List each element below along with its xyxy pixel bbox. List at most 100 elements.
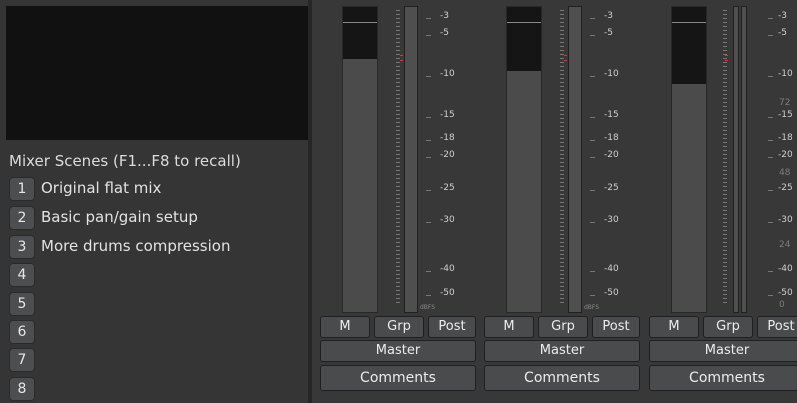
- meter-tick: [396, 282, 400, 283]
- meter-tick: [560, 34, 564, 35]
- master-bus-button[interactable]: Master: [484, 340, 640, 362]
- meter-tick: [396, 178, 400, 179]
- meter-tick: [396, 110, 400, 111]
- meter-tick: [396, 170, 400, 171]
- scene-label[interactable]: More drums compression: [41, 237, 230, 255]
- scene-recall-button-3[interactable]: 3: [9, 235, 35, 259]
- meter-tick: [723, 154, 727, 155]
- meter-tick: [560, 142, 564, 143]
- meter-tick: [396, 50, 400, 51]
- meter-tick: [396, 142, 400, 143]
- meter-scale-label: -25: [604, 183, 619, 193]
- meter-tick: [723, 186, 727, 187]
- meter-tick: [723, 222, 727, 223]
- meter-tick: [560, 198, 564, 199]
- gain-fader[interactable]: [342, 6, 378, 313]
- meter-tick: [396, 90, 400, 91]
- scene-recall-button-4[interactable]: 4: [9, 263, 35, 287]
- meter-tick: [560, 114, 564, 115]
- preview-area: [6, 6, 308, 140]
- comments-button[interactable]: Comments: [320, 365, 476, 391]
- meter-secondary-scale-label: 72: [779, 98, 791, 108]
- scale-tick: [768, 157, 773, 158]
- mute-button[interactable]: M: [320, 316, 370, 338]
- meter-tick: [560, 178, 564, 179]
- group-button[interactable]: Grp: [703, 316, 753, 338]
- meter-tick: [723, 174, 727, 175]
- meter-tick: [396, 38, 400, 39]
- meter-tick: [560, 182, 564, 183]
- master-bus-button[interactable]: Master: [649, 340, 797, 362]
- meter-tick: [396, 30, 400, 31]
- meter-tick: [560, 98, 564, 99]
- meter-tick: [560, 90, 564, 91]
- meter-tick: [396, 126, 400, 127]
- meter-scale-label: -40: [440, 264, 455, 274]
- meter-tick: [723, 206, 727, 207]
- group-button[interactable]: Grp: [538, 316, 588, 338]
- meter-tick: [723, 290, 727, 291]
- scene-recall-button-2[interactable]: 2: [9, 206, 35, 230]
- meter-tick: [560, 138, 564, 139]
- post-fader-button[interactable]: Post: [428, 316, 476, 338]
- meter-tick: [396, 214, 400, 215]
- meter-tick: [560, 218, 564, 219]
- meter-tick: [560, 26, 564, 27]
- meter-tick: [723, 26, 727, 27]
- meter-tick: [723, 142, 727, 143]
- meter-tick: [723, 14, 727, 15]
- meter-scale-label: -3: [778, 11, 787, 21]
- meter-tick: [396, 262, 400, 263]
- mute-button[interactable]: M: [484, 316, 534, 338]
- meter-scale-label: -50: [604, 288, 619, 298]
- meter-scale-label: -15: [440, 110, 455, 120]
- gain-fader[interactable]: [671, 6, 707, 313]
- scale-tick: [768, 140, 773, 141]
- peak-marker: [400, 55, 403, 56]
- meter-tick: [723, 66, 727, 67]
- meter-tick: [396, 138, 400, 139]
- meter-tick: [560, 110, 564, 111]
- meter-tick: [723, 182, 727, 183]
- meter-tick: [560, 94, 564, 95]
- post-fader-button[interactable]: Post: [757, 316, 797, 338]
- meter-tick: [396, 218, 400, 219]
- scale-tick: [590, 76, 595, 77]
- scene-recall-button-8[interactable]: 8: [9, 377, 35, 401]
- fader-unity-line: [507, 22, 541, 23]
- post-fader-button[interactable]: Post: [592, 316, 640, 338]
- meter-tick: [560, 250, 564, 251]
- scale-tick: [590, 117, 595, 118]
- meter-tick: [560, 130, 564, 131]
- scale-tick: [426, 190, 431, 191]
- peak-marker: [400, 60, 403, 61]
- scene-recall-button-6[interactable]: 6: [9, 320, 35, 344]
- scene-recall-button-1[interactable]: 1: [9, 177, 35, 201]
- meter-tick: [396, 206, 400, 207]
- gain-fader[interactable]: [506, 6, 542, 313]
- meter-tick: [723, 86, 727, 87]
- group-button[interactable]: Grp: [374, 316, 424, 338]
- scene-recall-button-5[interactable]: 5: [9, 292, 35, 316]
- meter-tick: [723, 46, 727, 47]
- meter-tick: [723, 34, 727, 35]
- meter-scale-label: -20: [440, 150, 455, 160]
- scene-recall-button-7[interactable]: 7: [9, 348, 35, 372]
- scene-label[interactable]: Original flat mix: [41, 179, 161, 197]
- meter-secondary-scale-label: 48: [779, 168, 791, 178]
- comments-button[interactable]: Comments: [649, 365, 797, 391]
- meter-tick: [560, 106, 564, 107]
- meter-scale-label: -25: [778, 183, 793, 193]
- meter-tick: [723, 226, 727, 227]
- meter-tick: [560, 278, 564, 279]
- master-bus-button[interactable]: Master: [320, 340, 476, 362]
- meter-tick: [723, 282, 727, 283]
- meter-tick: [723, 194, 727, 195]
- scale-tick: [768, 222, 773, 223]
- mute-button[interactable]: M: [649, 316, 699, 338]
- scene-label[interactable]: Basic pan/gain setup: [41, 208, 198, 226]
- comments-button[interactable]: Comments: [484, 365, 640, 391]
- meter-tick: [396, 102, 400, 103]
- meter-scale-label: -40: [778, 264, 793, 274]
- meter-tick: [723, 10, 727, 11]
